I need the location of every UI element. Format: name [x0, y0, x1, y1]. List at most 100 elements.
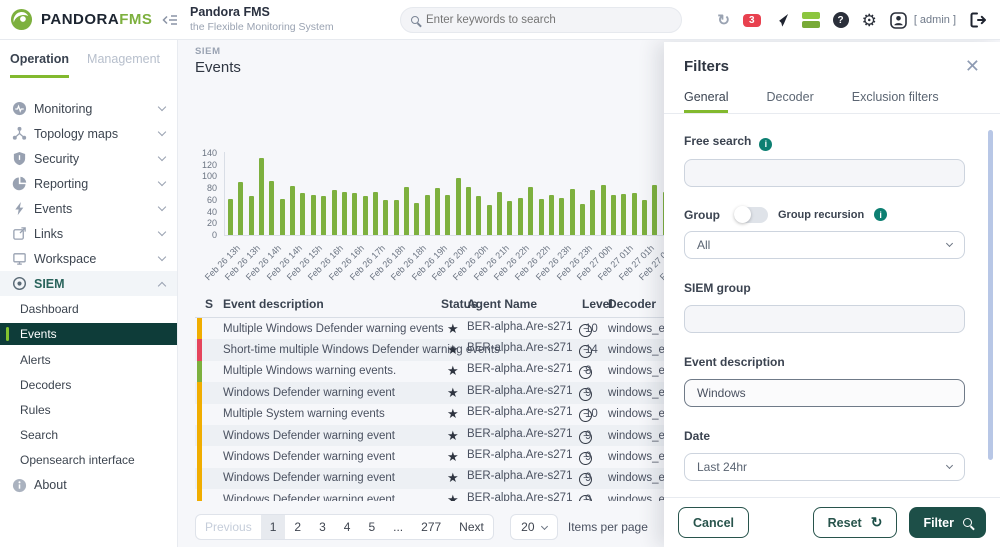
close-icon[interactable]: ✕: [965, 57, 980, 75]
info-icon[interactable]: i: [874, 208, 888, 221]
chart-bar[interactable]: [331, 189, 337, 235]
page-button-5[interactable]: 5: [359, 515, 384, 539]
chart-bar[interactable]: [300, 192, 306, 235]
sidebar-item-dashboard[interactable]: Dashboard: [0, 296, 177, 321]
tab-operation[interactable]: Operation: [10, 52, 70, 78]
sidebar-item-decoders[interactable]: Decoders: [0, 372, 177, 397]
chart-bar[interactable]: [445, 194, 451, 235]
chart-bar[interactable]: [476, 195, 482, 235]
chart-bar[interactable]: [403, 186, 409, 235]
info-icon[interactable]: i: [759, 137, 773, 151]
status-star-icon[interactable]: ★: [447, 406, 459, 422]
settings-gear-icon[interactable]: ⚙: [862, 12, 877, 29]
chart-bar[interactable]: [393, 199, 399, 235]
column-header-decoder[interactable]: Decoder: [608, 297, 656, 311]
items-per-page-select[interactable]: 20: [509, 514, 558, 540]
cancel-button[interactable]: Cancel: [678, 507, 749, 538]
chart-bar[interactable]: [290, 186, 296, 235]
sidebar-item-rules[interactable]: Rules: [0, 397, 177, 422]
chart-bar[interactable]: [590, 189, 596, 235]
sidebar-item-reporting[interactable]: Reporting: [0, 171, 177, 196]
sidebar-item-siem[interactable]: SIEM: [0, 271, 177, 296]
sidebar-item-opensearch-interface[interactable]: Opensearch interface: [0, 447, 177, 472]
siem-group-input[interactable]: [684, 304, 965, 333]
sidebar-item-workspace[interactable]: Workspace: [0, 246, 177, 271]
filters-tab-decoder[interactable]: Decoder: [766, 90, 813, 113]
chart-bar[interactable]: [600, 185, 606, 235]
chart-bar[interactable]: [383, 199, 389, 235]
page-button-4[interactable]: 4: [335, 515, 360, 539]
help-icon[interactable]: ?: [832, 12, 849, 28]
tab-management[interactable]: Management: [87, 52, 160, 78]
global-search[interactable]: [400, 7, 682, 33]
chart-bar[interactable]: [538, 198, 544, 235]
panel-scrollbar[interactable]: [988, 130, 993, 460]
status-star-icon[interactable]: ★: [447, 321, 459, 337]
chart-bar[interactable]: [652, 184, 658, 235]
status-star-icon[interactable]: ★: [447, 470, 459, 486]
autorefresh-icon[interactable]: ↻: [717, 11, 730, 29]
chart-bar[interactable]: [497, 191, 503, 235]
chart-bar[interactable]: [466, 186, 472, 235]
status-star-icon[interactable]: ★: [447, 492, 459, 501]
filters-tab-exclusion-filters[interactable]: Exclusion filters: [852, 90, 939, 113]
chart-bar[interactable]: [435, 187, 440, 235]
quick-shell-icon[interactable]: [774, 13, 789, 28]
chart-bar[interactable]: [259, 157, 265, 235]
status-star-icon[interactable]: ★: [447, 363, 459, 379]
chart-bar[interactable]: [559, 197, 565, 235]
chart-bar[interactable]: [414, 202, 420, 235]
status-star-icon[interactable]: ★: [447, 449, 459, 465]
chart-bar[interactable]: [621, 194, 627, 235]
chart-bar[interactable]: [486, 204, 492, 235]
chart-bar[interactable]: [631, 193, 637, 235]
date-select[interactable]: Last 24hr: [684, 452, 965, 481]
chart-bar[interactable]: [321, 195, 327, 235]
chart-bar[interactable]: [548, 194, 554, 235]
chart-bar[interactable]: [517, 197, 523, 235]
logout-icon[interactable]: [969, 12, 986, 28]
free-search-input[interactable]: [684, 158, 965, 187]
sidebar-item-topology-maps[interactable]: Topology maps: [0, 121, 177, 146]
sidebar-item-events[interactable]: Events: [0, 323, 177, 345]
chart-bar[interactable]: [610, 195, 616, 235]
collapse-sidebar-icon[interactable]: [162, 14, 178, 26]
console-status-icon[interactable]: [801, 12, 820, 28]
chart-bar[interactable]: [362, 195, 368, 235]
event-description-input[interactable]: [684, 378, 965, 407]
sidebar-item-security[interactable]: Security: [0, 146, 177, 171]
group-recursion-toggle[interactable]: [734, 205, 768, 223]
filters-tab-general[interactable]: General: [684, 90, 729, 113]
chart-bar[interactable]: [455, 178, 461, 235]
sidebar-item-monitoring[interactable]: Monitoring: [0, 96, 177, 121]
column-header-agent-name[interactable]: Agent Name: [467, 297, 537, 311]
chart-bar[interactable]: [279, 198, 285, 235]
search-input[interactable]: [426, 14, 646, 26]
chart-bar[interactable]: [341, 191, 347, 235]
page-button-1[interactable]: 1: [260, 515, 286, 539]
page-button-277[interactable]: 277: [412, 515, 450, 539]
chart-bar[interactable]: [228, 199, 233, 235]
sidebar-item-links[interactable]: Links: [0, 221, 177, 246]
chart-bar[interactable]: [248, 196, 254, 235]
chart-bar[interactable]: [528, 186, 534, 235]
chart-bar[interactable]: [238, 182, 244, 235]
next-page-button[interactable]: Next: [450, 515, 493, 539]
sidebar-item-search[interactable]: Search: [0, 422, 177, 447]
chart-bar[interactable]: [269, 180, 275, 235]
chart-bar[interactable]: [310, 194, 316, 235]
column-header-s[interactable]: S: [205, 297, 213, 311]
notification-badge[interactable]: 3: [743, 13, 761, 27]
chart-bar[interactable]: [569, 189, 575, 235]
column-header-event-description[interactable]: Event description: [223, 297, 324, 311]
chart-bar[interactable]: [372, 191, 378, 235]
status-star-icon[interactable]: ★: [447, 428, 459, 444]
filter-button[interactable]: Filter: [909, 507, 986, 538]
chart-bar[interactable]: [424, 195, 430, 235]
sidebar-item-events[interactable]: Events: [0, 196, 177, 221]
sidebar-item-about[interactable]: About: [0, 472, 177, 498]
chart-bar[interactable]: [579, 203, 585, 235]
chart-bar[interactable]: [642, 199, 647, 235]
status-star-icon[interactable]: ★: [447, 385, 459, 401]
reset-button[interactable]: Reset ↻: [812, 507, 898, 538]
